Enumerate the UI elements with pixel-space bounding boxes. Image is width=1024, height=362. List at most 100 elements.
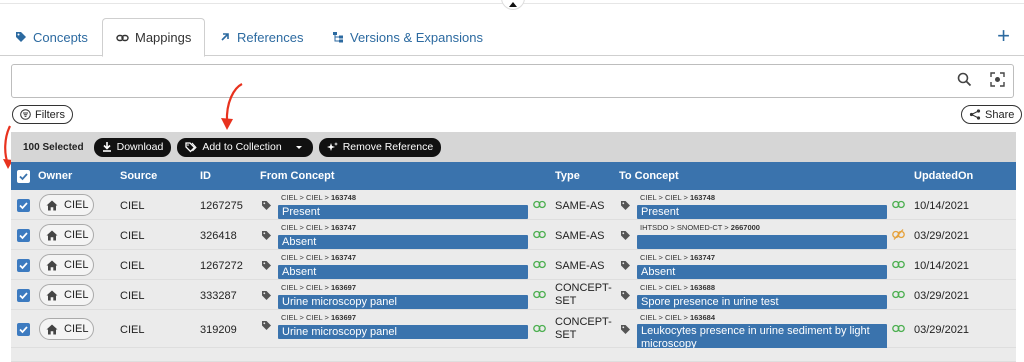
owner-chip[interactable]: CIEL (39, 284, 94, 306)
link-icon[interactable] (892, 260, 905, 269)
link-icon (116, 34, 129, 41)
tab-bar: Concepts Mappings References Versions & … (0, 18, 1024, 57)
remove-reference-button[interactable]: Remove Reference (318, 137, 442, 157)
owner-chip[interactable]: CIEL (39, 194, 94, 216)
check-icon (19, 232, 28, 240)
link-icon[interactable] (892, 324, 905, 333)
from-concept-name[interactable]: Absent (278, 235, 528, 249)
id-cell[interactable]: 333287 (200, 290, 237, 302)
link-icon[interactable] (533, 324, 546, 333)
from-concept-name[interactable]: Absent (278, 265, 528, 279)
to-concept-name[interactable]: Absent (637, 265, 887, 279)
to-concept-breadcrumb[interactable]: IHTSDO > SNOMED-CT > 2667000 (640, 223, 760, 232)
from-concept-breadcrumb[interactable]: CIEL > CIEL > 163697 (281, 313, 356, 322)
link-icon[interactable] (533, 260, 546, 269)
row-checkbox[interactable] (17, 323, 30, 336)
type-cell: SAME-AS (555, 260, 605, 272)
row-checkbox[interactable] (17, 229, 30, 242)
tag-icon (262, 321, 271, 330)
select-all-checkbox[interactable] (17, 170, 30, 183)
row-checkbox[interactable] (17, 199, 30, 212)
col-from-concept[interactable]: From Concept (260, 170, 335, 182)
filter-icon (20, 109, 31, 120)
id-cell[interactable]: 1267275 (200, 200, 243, 212)
to-concept-name[interactable]: Present (637, 205, 887, 219)
tab-references[interactable]: References (219, 18, 303, 56)
type-cell: SAME-AS (555, 200, 605, 212)
id-cell[interactable]: 319209 (200, 324, 237, 336)
download-button[interactable]: Download (93, 137, 172, 157)
caret-down-icon[interactable] (293, 143, 305, 151)
link-icon[interactable] (533, 290, 546, 299)
tab-mappings[interactable]: Mappings (102, 18, 206, 57)
owner-chip[interactable]: CIEL (39, 318, 94, 340)
add-tab-icon[interactable]: + (997, 25, 1010, 47)
to-concept-breadcrumb[interactable]: CIEL > CIEL > 163688 (640, 283, 715, 292)
selected-count: 100 Selected (23, 141, 84, 153)
from-concept-name[interactable]: Present (278, 205, 528, 219)
collapse-handle[interactable] (501, 0, 525, 10)
row-checkbox[interactable] (17, 289, 30, 302)
from-concept-breadcrumb[interactable]: CIEL > CIEL > 163748 (281, 193, 356, 202)
owner-name: CIEL (64, 259, 89, 271)
filters-button[interactable]: Filters (12, 105, 73, 124)
tag-icon (262, 231, 271, 240)
link-icon[interactable] (533, 230, 546, 239)
col-type[interactable]: Type (555, 170, 580, 182)
broken-link-icon[interactable] (892, 229, 905, 240)
tab-label: Concepts (33, 29, 88, 45)
focus-scan-icon[interactable] (990, 72, 1005, 87)
to-concept-breadcrumb[interactable]: CIEL > CIEL > 163747 (640, 253, 715, 262)
type-cell: SAME-AS (555, 230, 605, 242)
tag-icon (621, 231, 630, 240)
table-row[interactable]: CIEL CIEL 326418 CIEL > CIEL > 163747 Ab… (11, 220, 1016, 250)
from-concept-breadcrumb[interactable]: CIEL > CIEL > 163747 (281, 223, 356, 232)
col-to-concept[interactable]: To Concept (619, 170, 679, 182)
tag-icon (621, 325, 630, 334)
col-source[interactable]: Source (120, 170, 157, 182)
search-field[interactable] (11, 64, 1014, 98)
from-concept-breadcrumb[interactable]: CIEL > CIEL > 163697 (281, 283, 356, 292)
owner-chip[interactable]: CIEL (39, 254, 94, 276)
col-updated-on[interactable]: UpdatedOn (914, 170, 973, 182)
home-icon (46, 200, 58, 210)
source-cell: CIEL (120, 200, 145, 212)
col-owner[interactable]: Owner (38, 170, 72, 182)
col-id[interactable]: ID (200, 170, 211, 182)
sparkles-icon (326, 141, 338, 151)
add-to-collection-label: Add to Collection (202, 141, 282, 153)
to-concept-breadcrumb[interactable]: CIEL > CIEL > 163684 (640, 313, 715, 322)
table-row[interactable]: CIEL CIEL 319209 CIEL > CIEL > 163697 Ur… (11, 310, 1016, 352)
owner-name: CIEL (64, 229, 89, 241)
table-row[interactable] (11, 348, 1016, 362)
add-to-collection-button[interactable]: Add to Collection (177, 137, 313, 157)
link-icon[interactable] (533, 200, 546, 209)
to-concept-name[interactable] (637, 235, 887, 249)
link-icon[interactable] (892, 200, 905, 209)
from-concept-name[interactable]: Urine microscopy panel (278, 325, 528, 339)
table-row[interactable]: CIEL CIEL 333287 CIEL > CIEL > 163697 Ur… (11, 280, 1016, 310)
id-cell[interactable]: 1267272 (200, 260, 243, 272)
download-label: Download (116, 141, 164, 153)
row-checkbox[interactable] (17, 259, 30, 272)
updated-cell: 03/29/2021 (914, 230, 970, 242)
to-concept-name[interactable]: Spore presence in urine test (637, 295, 887, 309)
tab-concepts[interactable]: Concepts (15, 18, 88, 56)
share-button[interactable]: Share (961, 105, 1023, 124)
search-input[interactable] (20, 65, 920, 97)
table-row[interactable]: CIEL CIEL 1267272 CIEL > CIEL > 163747 A… (11, 250, 1016, 280)
home-icon (46, 260, 58, 270)
check-icon (19, 173, 28, 181)
tab-versions[interactable]: Versions & Expansions (332, 18, 483, 56)
from-concept-name[interactable]: Urine microscopy panel (278, 295, 528, 309)
from-concept-breadcrumb[interactable]: CIEL > CIEL > 163747 (281, 253, 356, 262)
owner-chip[interactable]: CIEL (39, 224, 94, 246)
table-row[interactable]: CIEL CIEL 1267275 CIEL > CIEL > 163748 P… (11, 190, 1016, 220)
link-icon[interactable] (892, 290, 905, 299)
to-concept-breadcrumb[interactable]: CIEL > CIEL > 163748 (640, 193, 715, 202)
tags-icon (185, 141, 197, 152)
id-cell[interactable]: 326418 (200, 230, 237, 242)
download-icon (102, 142, 111, 152)
tab-label: Mappings (135, 30, 192, 45)
search-icon[interactable] (957, 72, 972, 87)
